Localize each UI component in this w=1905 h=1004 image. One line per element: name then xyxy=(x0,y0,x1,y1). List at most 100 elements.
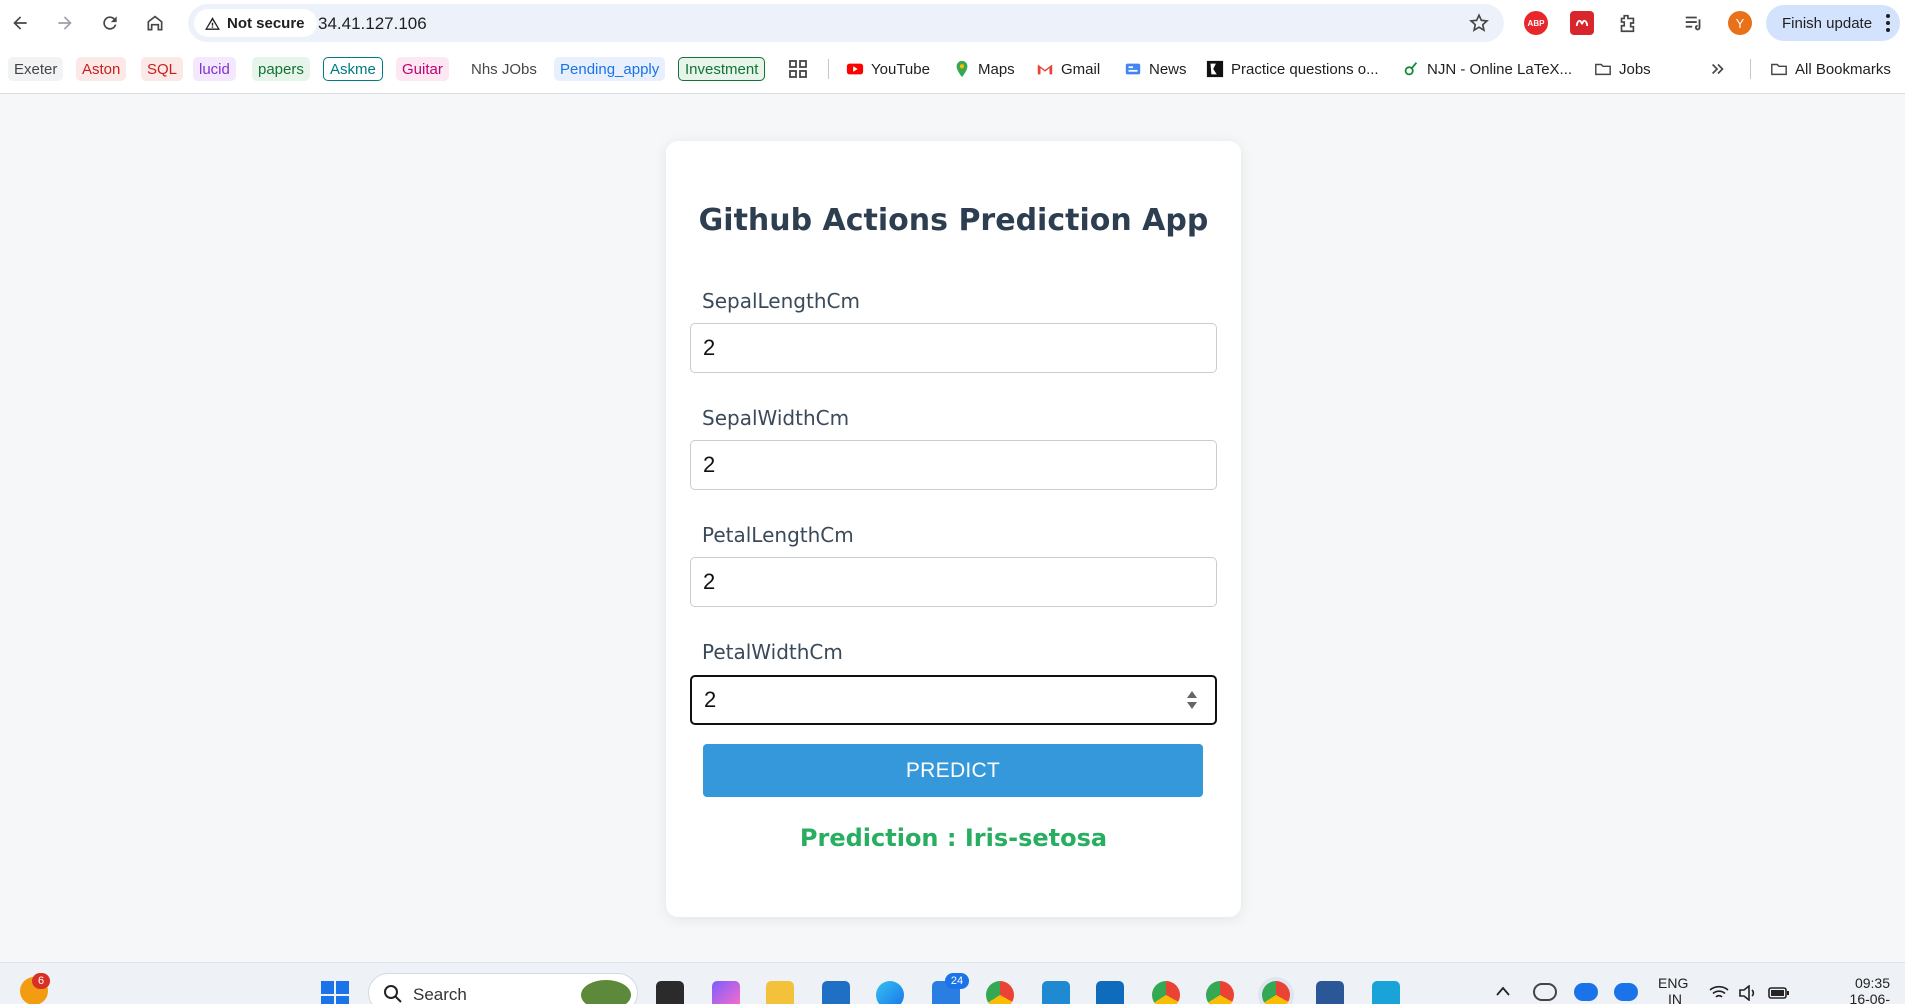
reload-button[interactable] xyxy=(94,7,126,39)
bookmark-tag-exeter[interactable]: Exeter xyxy=(8,57,64,81)
page-title: Github Actions Prediction App xyxy=(698,203,1209,238)
vscode-icon[interactable] xyxy=(1042,981,1070,1004)
petal-length-input[interactable] xyxy=(690,557,1217,607)
extensions-puzzle-icon[interactable] xyxy=(1615,11,1639,35)
url-text[interactable]: 34.41.127.106 xyxy=(318,14,427,34)
bookmark-youtube[interactable]: YouTube xyxy=(846,57,930,81)
bookmark-news[interactable]: News xyxy=(1124,57,1187,81)
windows-start-icon[interactable] xyxy=(320,980,350,1004)
adblock-extension-icon[interactable]: ABP xyxy=(1524,11,1548,35)
number-spinner-icon[interactable] xyxy=(1185,687,1199,713)
clock-date: 16-06-2025 xyxy=(1849,991,1890,1004)
mail-badge: 24 xyxy=(945,973,969,989)
bookmark-label: Investment xyxy=(685,60,759,78)
bookmark-label: Exeter xyxy=(14,60,58,78)
prediction-result: Prediction : Iris-setosa xyxy=(799,824,1108,852)
sepal-length-input[interactable] xyxy=(690,323,1217,373)
onedrive-business-icon[interactable] xyxy=(1574,983,1598,1001)
folder-icon xyxy=(1595,63,1611,76)
home-button[interactable] xyxy=(139,7,171,39)
bookmark-label: Guitar xyxy=(402,60,443,78)
profile-initial: Y xyxy=(1735,15,1745,31)
bookmark-tag-papers[interactable]: papers xyxy=(252,57,310,81)
bookmark-label: lucid xyxy=(199,60,230,78)
onedrive-icon[interactable] xyxy=(1533,983,1557,1001)
bookmark-gmail[interactable]: Gmail xyxy=(1036,57,1100,81)
language-code: ENG xyxy=(1658,975,1689,991)
copilot-icon[interactable] xyxy=(712,981,740,1004)
browser-toolbar: Not secure 34.41.127.106 ABP Y Finish up… xyxy=(0,0,1905,46)
bookmark-label: Jobs xyxy=(1619,60,1651,78)
reload-icon xyxy=(103,16,117,30)
bookmark-folder-jobs[interactable]: Jobs xyxy=(1594,57,1651,81)
bookmarks-divider xyxy=(1750,59,1751,79)
predict-button[interactable]: PREDICT xyxy=(703,744,1203,797)
finish-update-button[interactable]: Finish update xyxy=(1766,5,1900,41)
mendeley-extension-icon[interactable] xyxy=(1570,11,1594,35)
gmail-icon xyxy=(1037,64,1053,75)
petal-width-label: PetalWidthCm xyxy=(702,640,843,664)
bookmarks-bar: Exeter Aston SQL lucid papers Askme Guit… xyxy=(0,46,1905,94)
forward-button[interactable] xyxy=(49,7,81,39)
bookmark-tag-askme[interactable]: Askme xyxy=(323,57,383,81)
bookmark-label: Aston xyxy=(82,60,121,78)
arrow-right-icon xyxy=(58,16,72,30)
volume-icon[interactable] xyxy=(1738,985,1758,1001)
sepal-length-label: SepalLengthCm xyxy=(702,289,860,313)
bookmark-label: YouTube xyxy=(871,60,930,78)
bookmark-star-icon[interactable] xyxy=(1468,12,1490,34)
chrome-icon[interactable] xyxy=(986,981,1014,1004)
bookmark-tag-nhs-jobs[interactable]: Nhs JObs xyxy=(465,57,543,81)
bookmark-label: Nhs JObs xyxy=(471,60,537,78)
language-region: IN xyxy=(1668,991,1682,1004)
chrome-profile-icon[interactable] xyxy=(1206,981,1234,1004)
petal-length-label: PetalLengthCm xyxy=(702,523,854,547)
microsoft-store-icon[interactable] xyxy=(822,981,850,1004)
back-button[interactable] xyxy=(4,7,36,39)
wifi-icon[interactable] xyxy=(1709,985,1729,1001)
bookmarks-divider xyxy=(828,59,829,79)
clock[interactable]: 09:35 16-06-2025 xyxy=(1830,975,1890,1004)
finish-update-label: Finish update xyxy=(1782,14,1873,32)
bookmark-tag-guitar[interactable]: Guitar xyxy=(396,57,449,81)
weather-badge: 6 xyxy=(32,973,50,989)
battery-icon[interactable] xyxy=(1768,985,1790,1001)
profile-avatar[interactable]: Y xyxy=(1728,11,1752,35)
news-icon xyxy=(1125,63,1141,75)
clock-time: 09:35 xyxy=(1854,975,1890,991)
bookmark-tag-investment[interactable]: Investment xyxy=(678,57,766,81)
outlook-icon[interactable] xyxy=(1096,981,1124,1004)
bookmark-tag-pending-apply[interactable]: Pending_apply xyxy=(554,57,666,81)
security-chip[interactable]: Not secure xyxy=(194,9,317,37)
home-icon xyxy=(147,15,163,31)
taskbar-search-placeholder: Search xyxy=(413,985,467,1004)
reading-list-icon[interactable] xyxy=(1682,11,1706,35)
chrome-profile-icon[interactable] xyxy=(1152,981,1180,1004)
language-indicator[interactable]: ENG IN xyxy=(1658,975,1688,1004)
bookmarks-overflow-chevron-icon[interactable] xyxy=(1709,57,1727,81)
tray-chevron-up-icon[interactable] xyxy=(1495,985,1511,997)
taskbar-search-input[interactable]: Search xyxy=(368,973,638,1004)
address-bar[interactable]: Not secure 34.41.127.106 xyxy=(188,4,1504,42)
word-icon[interactable] xyxy=(1316,981,1344,1004)
all-bookmarks-label: All Bookmarks xyxy=(1795,60,1891,78)
bookmark-label: Askme xyxy=(330,60,376,78)
search-icon xyxy=(384,985,402,1003)
bookmark-maps[interactable]: Maps xyxy=(953,57,1015,81)
chrome-active-icon[interactable] xyxy=(1262,981,1290,1004)
petal-width-input[interactable] xyxy=(690,675,1217,725)
bookmark-practice-questions[interactable]: Practice questions o... xyxy=(1206,57,1379,81)
windows-taskbar: 6 Search 24 ENG IN 09:35 16-06-2025 xyxy=(0,962,1905,1004)
edge-icon[interactable] xyxy=(876,981,904,1004)
tab-groups-grid-icon[interactable] xyxy=(788,57,808,81)
onedrive-business-icon[interactable] xyxy=(1614,983,1638,1001)
bookmark-tag-aston[interactable]: Aston xyxy=(76,57,127,81)
sepal-width-input[interactable] xyxy=(690,440,1217,490)
all-bookmarks-button[interactable]: All Bookmarks xyxy=(1770,57,1891,81)
bookmark-njn-latex[interactable]: NJN - Online LaTeX... xyxy=(1402,57,1572,81)
notepad-icon[interactable] xyxy=(1372,981,1400,1004)
bookmark-tag-sql[interactable]: SQL xyxy=(141,57,184,81)
bookmark-tag-lucid[interactable]: lucid xyxy=(193,57,236,81)
task-view-icon[interactable] xyxy=(656,981,684,1004)
file-explorer-icon[interactable] xyxy=(766,981,794,1004)
